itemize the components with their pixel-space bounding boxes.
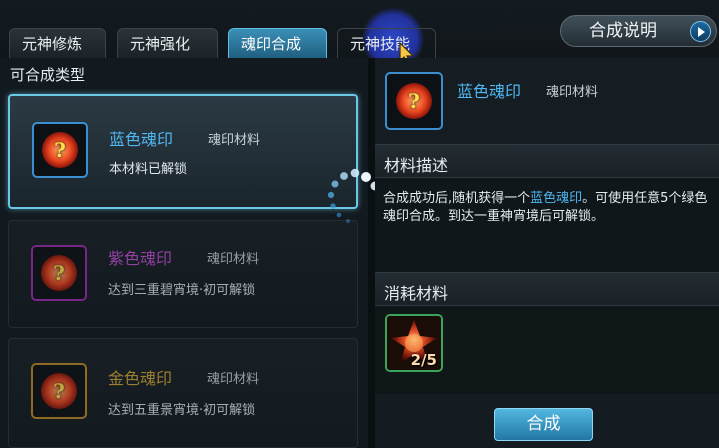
question-orb-icon: ? [41,373,77,409]
list-item-purple-seal[interactable]: ? 紫色魂印 魂印材料 达到三重碧宵境·初可解锁 [8,220,358,328]
material-description: 合成成功后,随机获得一个蓝色魂印。可使用任意5个绿色魂印合成。到达一重神宵境后可… [383,191,708,224]
list-item-gold-seal[interactable]: ? 金色魂印 魂印材料 达到五重景宵境·初可解锁 [8,338,358,448]
detail-item-name: 蓝色魂印 [457,82,522,101]
cost-material-slot[interactable]: 2/5 [385,314,443,372]
material-description-header: 材料描述 [375,144,719,178]
item-name: 金色魂印 [108,369,173,388]
tab-soul-cultivation[interactable]: 元神修炼 [9,28,106,60]
play-arrow-icon [690,21,711,42]
item-status: 达到三重碧宵境·初可解锁 [108,283,256,298]
section-label: 材料描述 [384,156,449,175]
highlight-item-name: 蓝色魂印 [530,191,583,206]
item-type: 魂印材料 [208,133,261,148]
cost-material-area: 2/5 [375,306,719,394]
item-type: 魂印材料 [207,252,260,267]
synthesis-help-button[interactable]: 合成说明 [560,15,717,47]
action-bar: 合成 [375,394,719,448]
item-slot: ? [32,122,88,178]
synthesize-button[interactable]: 合成 [494,408,593,441]
item-slot: ? [31,363,87,419]
detail-header: ? 蓝色魂印 魂印材料 [375,58,719,144]
detail-item-slot: ? [385,72,443,130]
question-orb-icon: ? [42,132,78,168]
panel-divider [368,58,375,448]
item-status: 本材料已解锁 [109,162,188,177]
item-type: 魂印材料 [207,372,260,387]
panel-title: 可合成类型 [10,66,86,84]
question-orb-icon: ? [396,83,432,119]
tab-soul-enhance[interactable]: 元神强化 [117,28,218,60]
tab-seal-synthesis[interactable]: 魂印合成 [228,28,327,60]
detail-item-type: 魂印材料 [546,85,599,100]
item-name: 蓝色魂印 [109,130,174,149]
cost-material-header: 消耗材料 [375,272,719,306]
tab-soul-skills[interactable]: 元神技能 [337,28,436,60]
list-item-blue-seal[interactable]: ? 蓝色魂印 魂印材料 本材料已解锁 [8,94,358,209]
detail-panel: ? 蓝色魂印 魂印材料 材料描述 合成成功后,随机获得一个蓝色魂印。可使用任意5… [375,58,719,448]
item-status: 达到五重景宵境·初可解锁 [108,403,256,418]
cost-count: 2/5 [410,351,437,369]
item-name: 紫色魂印 [108,249,173,268]
synthesis-type-panel: 可合成类型 ? 蓝色魂印 魂印材料 本材料已解锁 ? 紫色魂印 魂印材料 达到三… [0,58,368,448]
help-button-label: 合成说明 [589,21,657,41]
section-label: 消耗材料 [384,284,449,303]
tab-bar: 元神修炼 元神强化 魂印合成 元神技能 合成说明 [0,0,719,70]
item-slot: ? [31,245,87,301]
question-orb-icon: ? [41,255,77,291]
